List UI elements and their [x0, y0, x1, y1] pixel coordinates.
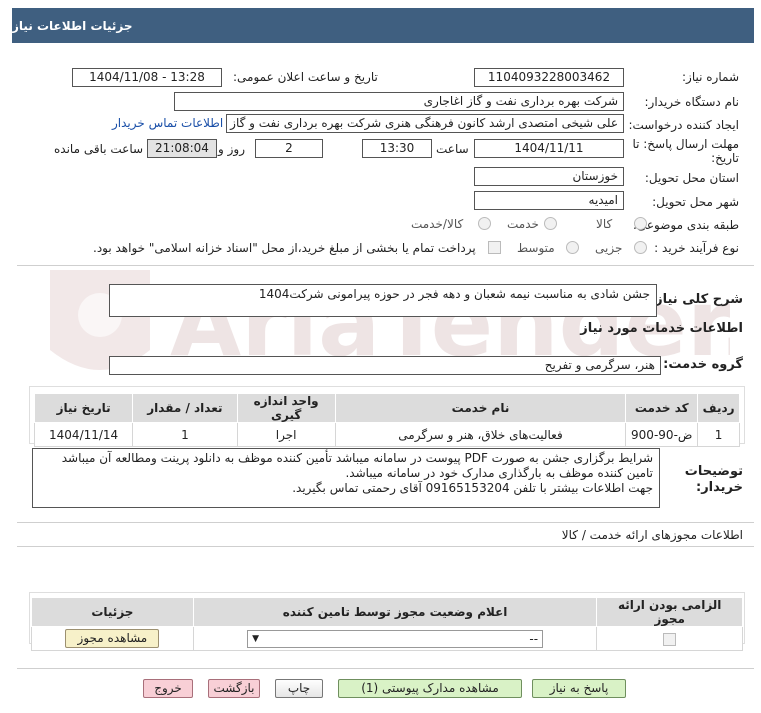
deadline-label: مهلت ارسال پاسخ: تا تاریخ: [632, 137, 739, 165]
permit-required-checkbox[interactable] [663, 632, 677, 646]
days-label: روز و [218, 142, 245, 156]
process-minor-radio[interactable] [634, 241, 647, 254]
process-medium-radio[interactable] [566, 241, 579, 254]
table-row: ▼ -- مشاهده مجوز [31, 626, 743, 651]
table-row: 1 ض-90-900 فعالیت‌های خلاق، هنر و سرگرمی… [33, 422, 740, 447]
divider [17, 546, 754, 547]
category-service-radio[interactable] [544, 217, 557, 230]
service-group-field: هنر، سرگرمی و تفریح [109, 356, 661, 375]
buyer-notes-line-1: شرایط برگزاری جشن به صورت PDF پیوست در س… [61, 451, 653, 465]
col-service-name: نام خدمت [334, 393, 627, 423]
services-table-header: ردیف کد خدمت نام خدمت واحد اندازه گیری ت… [33, 393, 740, 423]
cell-quantity: 1 [132, 422, 238, 447]
permit-status-select[interactable]: ▼ -- [247, 629, 544, 648]
services-title: اطلاعات خدمات مورد نیاز [580, 321, 743, 336]
description-field: جشن شادی به مناسبت نیمه شعبان و دهه فجر … [109, 284, 657, 317]
treasury-payment-checkbox[interactable] [488, 241, 501, 254]
announce-date-label: تاریخ و ساعت اعلان عمومی: [233, 70, 378, 84]
services-panel: ردیف کد خدمت نام خدمت واحد اندازه گیری ت… [29, 386, 745, 447]
process-medium-label: متوسط [517, 241, 555, 255]
city-label: شهر محل تحویل: [652, 195, 739, 209]
cell-need-date: 1404/11/14 [33, 422, 134, 447]
view-attachments-button[interactable]: مشاهده مدارک پیوستی (1) [338, 679, 522, 698]
permits-table: الزامی بودن ارائه مجوز اعلام وضعیت مجوز … [31, 597, 743, 651]
col-permit-details: جزئیات [31, 597, 194, 627]
cell-service-code: ض-90-900 [625, 422, 699, 447]
col-permit-status: اعلام وضعیت مجوز توسط تامین کننده [192, 597, 598, 627]
service-group-label: گروه خدمت: [663, 357, 743, 372]
cell-row: 1 [697, 422, 740, 447]
col-unit: واحد اندازه گیری [236, 393, 336, 423]
buyer-notes-field: شرایط برگزاری جشن به صورت PDF پیوست در س… [32, 448, 660, 508]
category-both-label: کالا/خدمت [411, 217, 464, 231]
cell-unit: اجرا [236, 422, 336, 447]
days-remaining-field: 2 [255, 139, 323, 158]
cell-permit-required [596, 626, 743, 651]
category-goods-radio[interactable] [634, 217, 647, 230]
permits-table-header: الزامی بودن ارائه مجوز اعلام وضعیت مجوز … [31, 597, 743, 627]
province-label: استان محل تحویل: [644, 171, 739, 185]
buyer-notes-line-3: جهت اطلاعات بیشتر با تلفن 09165153204 آق… [292, 481, 653, 495]
requester-label: ایجاد کننده درخواست: [628, 118, 739, 132]
services-table: ردیف کد خدمت نام خدمت واحد اندازه گیری ت… [33, 393, 740, 447]
view-permit-button[interactable]: مشاهده مجوز [65, 629, 160, 648]
announce-date-field: 1404/11/08 - 13:28 [72, 68, 222, 87]
divider [17, 265, 754, 266]
col-permit-required: الزامی بودن ارائه مجوز [596, 597, 743, 627]
requester-field: علی شیخی امتصدی ارشد کانون فرهنگی هنری ش… [226, 114, 624, 133]
buyer-contact-link[interactable]: اطلاعات تماس خریدار [112, 116, 223, 130]
buyer-org-label: نام دستگاه خریدار: [644, 95, 740, 109]
need-number-label: شماره نیاز: [682, 70, 739, 84]
chevron-down-icon: ▼ [252, 633, 260, 644]
process-label: نوع فرآیند خرید : [654, 241, 739, 255]
page-title: جزئیات اطلاعات نیاز [12, 18, 133, 33]
col-row: ردیف [697, 393, 740, 423]
category-service-label: خدمت [507, 217, 539, 231]
deadline-date-field: 1404/11/11 [474, 139, 624, 158]
permit-status-value: -- [529, 631, 539, 646]
col-service-code: کد خدمت [625, 393, 699, 423]
permits-title: اطلاعات مجوزهای ارائه خدمت / کالا [561, 528, 743, 542]
buyer-notes-line-2: تامین کننده موظف به بارگذاری مدارک خود د… [345, 466, 653, 480]
print-button[interactable]: چاپ [275, 679, 323, 698]
back-button[interactable]: بازگشت [208, 679, 260, 698]
exit-button[interactable]: خروج [143, 679, 193, 698]
process-minor-label: جزیی [595, 241, 623, 255]
description-label: شرح کلی نیاز: [649, 292, 743, 307]
province-field: خوزستان [474, 167, 624, 186]
buyer-org-field: شرکت بهره برداری نفت و گاز اغاجاری [174, 92, 624, 111]
deadline-time-label: ساعت [436, 142, 469, 156]
category-both-radio[interactable] [478, 217, 491, 230]
cell-permit-details: مشاهده مجوز [31, 626, 194, 651]
permits-panel: الزامی بودن ارائه مجوز اعلام وضعیت مجوز … [29, 592, 745, 651]
divider [17, 522, 754, 523]
category-goods-label: کالا [596, 217, 613, 231]
respond-button[interactable]: پاسخ به نیاز [532, 679, 626, 698]
buyer-notes-label: توضیحات خریدار: [684, 464, 743, 495]
cell-service-name: فعالیت‌های خلاق، هنر و سرگرمی [334, 422, 627, 447]
deadline-time-field: 13:30 [362, 139, 432, 158]
remaining-time-label: ساعت باقی مانده [54, 142, 144, 156]
city-field: امیدیه [474, 191, 624, 210]
col-quantity: تعداد / مقدار [132, 393, 238, 423]
need-number-field: 1104093228003462 [474, 68, 624, 87]
category-label: طبقه بندی موضوعی: [632, 218, 739, 232]
page-header: جزئیات اطلاعات نیاز [12, 8, 754, 43]
divider [17, 668, 754, 669]
remaining-time-field: 21:08:04 [147, 139, 217, 158]
cell-permit-status: ▼ -- [192, 626, 598, 651]
treasury-payment-note: پرداخت تمام یا بخشی از مبلغ خرید،از محل … [93, 241, 476, 255]
col-need-date: تاریخ نیاز [33, 393, 134, 423]
